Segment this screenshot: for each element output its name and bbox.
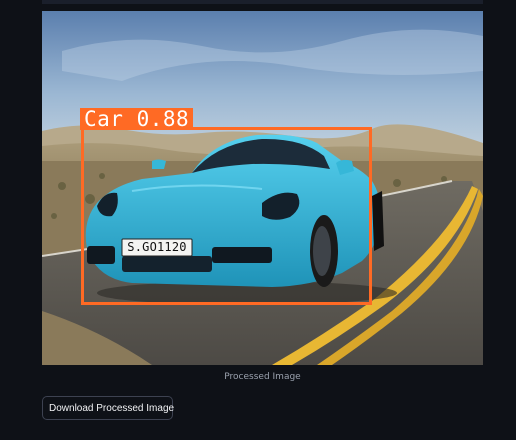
app-page: Car 0.88 S.GO1120 Processed Image Downlo… [0, 0, 516, 440]
detection-bounding-box [81, 127, 372, 305]
download-processed-image-button[interactable]: Download Processed Image [42, 396, 174, 420]
image-caption: Processed Image [224, 372, 301, 382]
license-plate-text: S.GO1120 [127, 240, 187, 254]
detection-label: Car 0.88 [80, 108, 194, 130]
processed-image: Car 0.88 S.GO1120 [42, 11, 483, 365]
top-divider [42, 0, 483, 4]
